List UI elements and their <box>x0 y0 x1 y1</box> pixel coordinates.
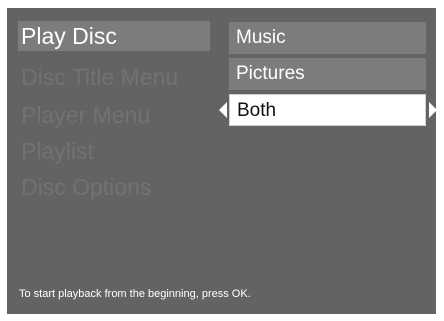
hint-text: To start playback from the beginning, pr… <box>19 288 251 300</box>
option-music[interactable]: Music <box>229 22 426 54</box>
menu-item-disc-options[interactable]: Disc Options <box>18 172 218 202</box>
menu-item-playlist[interactable]: Playlist <box>18 136 218 166</box>
screen: Play Disc Disc Title Menu Player Menu Pl… <box>7 8 437 314</box>
option-pictures[interactable]: Pictures <box>229 58 426 90</box>
menu-item-play-disc[interactable]: Play Disc <box>18 21 210 51</box>
right-arrow-icon <box>429 102 437 118</box>
left-arrow-icon <box>219 102 227 118</box>
menu-item-disc-title-menu[interactable]: Disc Title Menu <box>18 62 218 92</box>
menu-item-player-menu[interactable]: Player Menu <box>18 100 218 130</box>
option-both[interactable]: Both <box>229 94 426 126</box>
